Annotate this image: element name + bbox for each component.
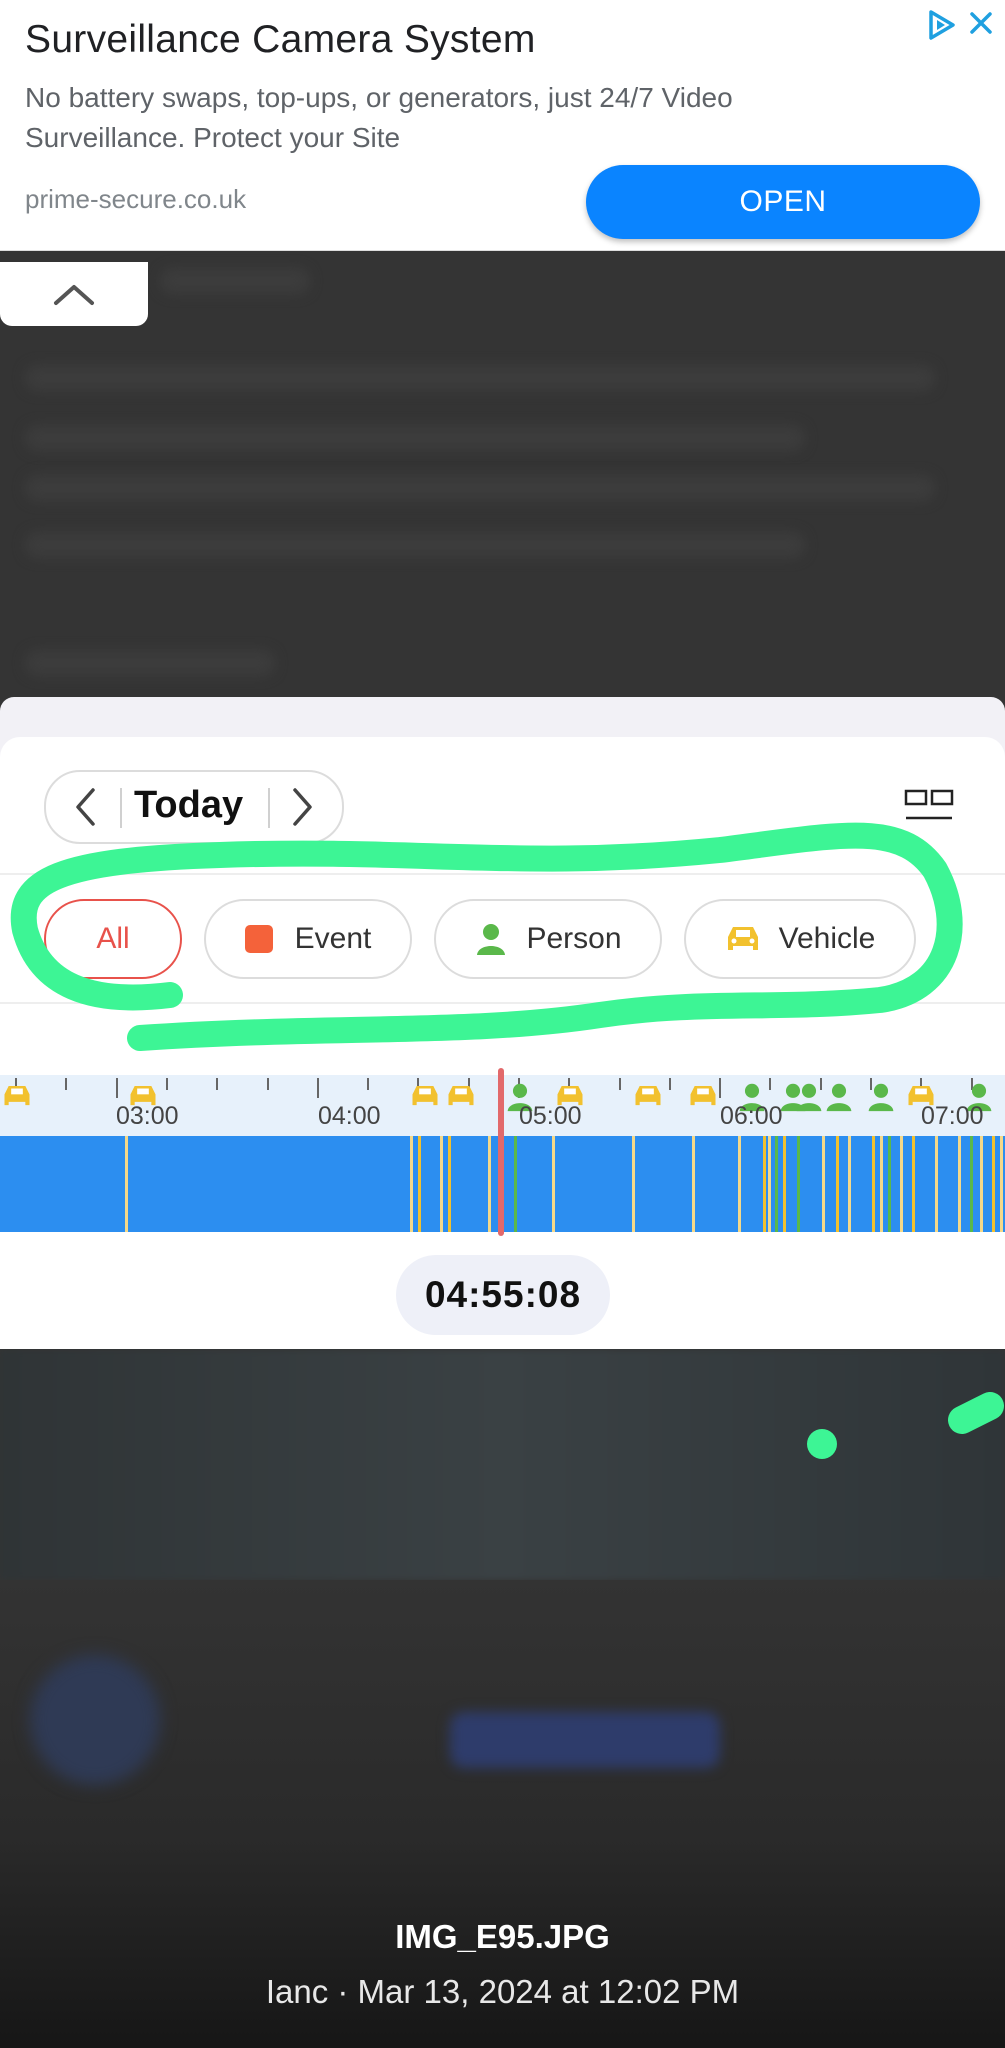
filter-label: All — [96, 922, 130, 955]
filter-all-chip[interactable]: All — [44, 899, 182, 979]
divider — [0, 873, 1005, 875]
timeline-event-line — [958, 1136, 961, 1232]
timeline-event-line — [880, 1136, 883, 1232]
ad-open-button[interactable]: OPEN — [586, 165, 980, 239]
timeline-tick — [267, 1078, 269, 1090]
photo-file-name: IMG_E95.JPG — [395, 1918, 610, 1955]
timeline-event-line — [448, 1136, 451, 1232]
filter-event-chip[interactable]: Event — [204, 899, 412, 979]
hour-label: 03:00 — [116, 1102, 179, 1130]
timeline-event-line — [514, 1136, 517, 1232]
blurred-button — [450, 1712, 720, 1768]
next-day-button[interactable] — [278, 782, 328, 832]
filter-vehicle-chip[interactable]: Vehicle — [684, 899, 916, 979]
date-navigator: Today — [44, 770, 344, 844]
blurred-photo — [0, 1350, 1005, 1580]
timeline-event-line — [848, 1136, 851, 1232]
car-icon — [725, 923, 761, 955]
timeline-tick — [166, 1078, 168, 1090]
ad-title[interactable]: Surveillance Camera System — [25, 18, 536, 62]
timeline-event-line — [888, 1136, 891, 1232]
timeline-tick — [317, 1078, 319, 1098]
timeline-event-line — [970, 1136, 973, 1232]
timeline-event-line — [763, 1136, 766, 1232]
chevron-left-icon — [76, 788, 95, 826]
person-marker-icon[interactable] — [866, 1082, 896, 1117]
blurred-text — [25, 425, 805, 451]
timeline-tick — [116, 1078, 118, 1098]
ad-domain[interactable]: prime-secure.co.uk — [25, 184, 246, 215]
date-label: Today — [134, 784, 244, 826]
separator — [120, 788, 122, 828]
vehicle-marker-icon[interactable] — [446, 1082, 476, 1115]
chevron-up-icon — [54, 285, 94, 305]
timeline-event-line — [738, 1136, 741, 1232]
timeline-event-line — [410, 1136, 413, 1232]
timeline-event-line — [775, 1136, 778, 1232]
blurred-text — [25, 650, 275, 676]
previous-day-button[interactable] — [60, 782, 110, 832]
separator — [268, 788, 270, 828]
timeline-event-line — [632, 1136, 635, 1232]
timeline-playhead[interactable] — [498, 1068, 504, 1236]
current-time-display: 04:55:08 — [396, 1255, 610, 1335]
vehicle-marker-icon[interactable] — [633, 1082, 663, 1115]
collapse-ad-button[interactable] — [0, 262, 148, 326]
chevron-right-icon — [293, 788, 312, 826]
vehicle-marker-icon[interactable] — [2, 1082, 32, 1115]
person-marker-icon[interactable] — [794, 1082, 824, 1117]
timeline-event-line — [797, 1136, 800, 1232]
timeline-event-line — [980, 1136, 983, 1232]
timeline-event-line — [900, 1136, 903, 1232]
filter-person-chip[interactable]: Person — [434, 899, 662, 979]
timeline-event-line — [1000, 1136, 1003, 1232]
blurred-text — [25, 365, 935, 391]
timeline-event-line — [872, 1136, 875, 1232]
blurred-text — [25, 532, 805, 558]
timeline-event-line — [783, 1136, 786, 1232]
timeline-event-line — [488, 1136, 491, 1232]
timeline-event-line — [992, 1136, 995, 1232]
timeline-event-line — [418, 1136, 421, 1232]
adchoices-icon[interactable] — [924, 8, 958, 42]
timeline-event-line — [125, 1136, 128, 1232]
blurred-text — [25, 475, 935, 501]
divider — [0, 1002, 1005, 1004]
hour-label: 06:00 — [720, 1102, 783, 1130]
timeline-event-line — [912, 1136, 915, 1232]
timeline-event-line — [836, 1136, 839, 1232]
timeline-event-line — [552, 1136, 555, 1232]
timeline-event-line — [768, 1136, 771, 1232]
timeline-tick — [769, 1078, 771, 1090]
timeline-tick — [367, 1078, 369, 1090]
timeline-event-line — [440, 1136, 443, 1232]
ad-banner[interactable]: Surveillance Camera System No battery sw… — [0, 0, 1005, 251]
vehicle-marker-icon[interactable] — [410, 1082, 440, 1115]
person-marker-icon[interactable] — [824, 1082, 854, 1117]
vehicle-marker-icon[interactable] — [688, 1082, 718, 1115]
hour-label: 04:00 — [318, 1102, 381, 1130]
timeline-tick — [669, 1078, 671, 1090]
timeline-tick — [216, 1078, 218, 1090]
hour-label: 07:00 — [921, 1102, 984, 1130]
blurred-avatar — [30, 1655, 160, 1785]
timeline-tick — [65, 1078, 67, 1090]
timeline-tick — [619, 1078, 621, 1090]
timeline-event-line — [692, 1136, 695, 1232]
filter-label: Vehicle — [778, 922, 876, 955]
timeline-event-line — [935, 1136, 938, 1232]
photo-meta: Ianc · Mar 13, 2024 at 12:02 PM — [265, 1973, 740, 2010]
close-icon[interactable] — [966, 8, 996, 38]
filter-label: Event — [294, 922, 372, 955]
grid-layout-icon[interactable] — [904, 788, 954, 824]
timeline-tick — [719, 1078, 721, 1098]
hour-label: 05:00 — [519, 1102, 582, 1130]
event-square-icon — [244, 925, 273, 953]
filter-label: Person — [526, 922, 622, 955]
ad-description: No battery swaps, top-ups, or generators… — [25, 82, 733, 153]
person-icon — [474, 922, 508, 956]
timeline-event-line — [822, 1136, 825, 1232]
blurred-text — [160, 268, 310, 294]
